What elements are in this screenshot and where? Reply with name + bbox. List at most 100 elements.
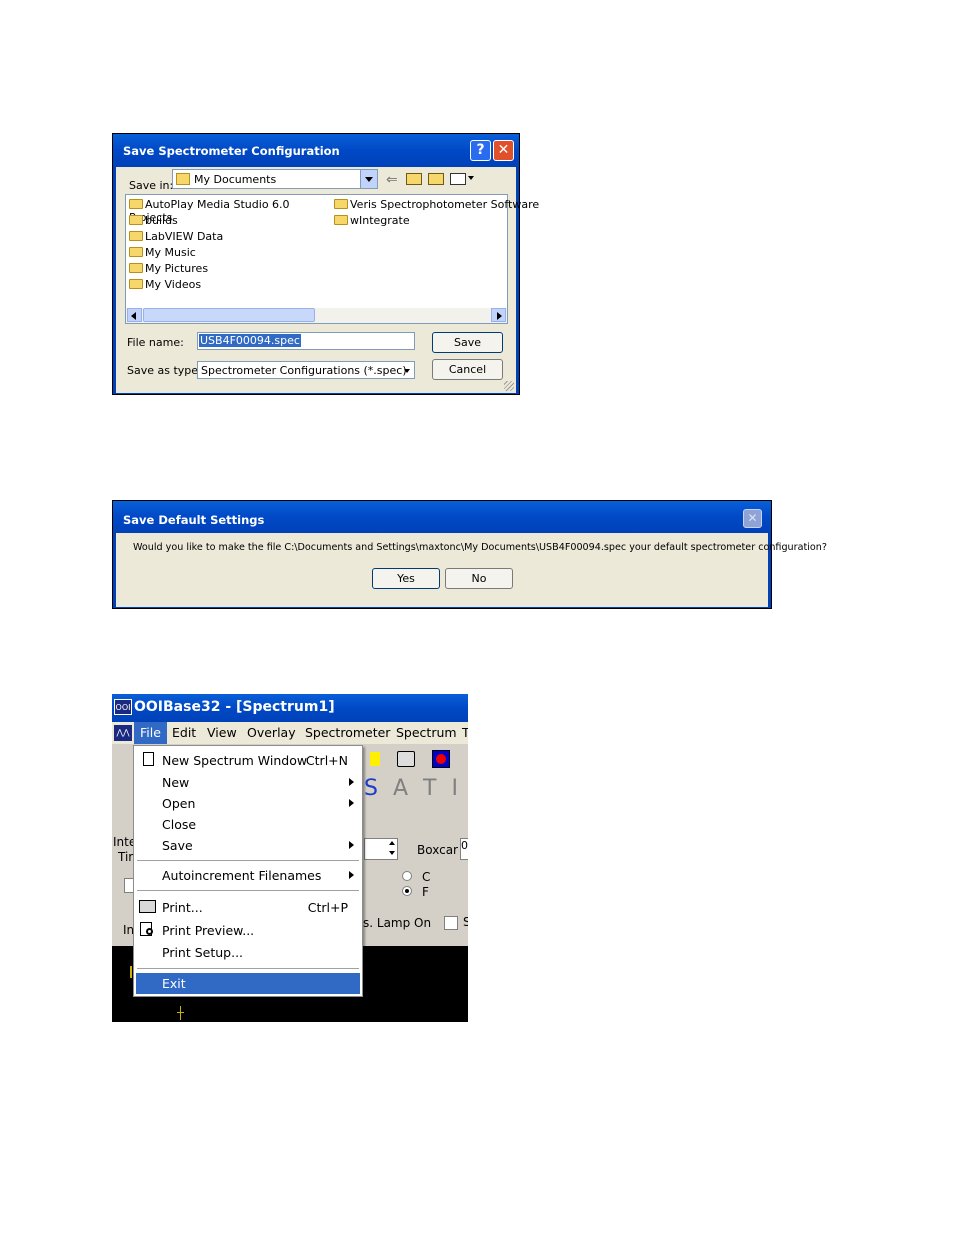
app-titlebar[interactable]: OOI OOIBase32 - [Spectrum1] — [112, 694, 468, 722]
list-item-label: My Music — [145, 246, 196, 259]
default-dialog-title: Save Default Settings — [123, 513, 265, 527]
save-button[interactable]: Save — [432, 332, 503, 353]
chevron-down-icon[interactable] — [404, 369, 410, 373]
list-item-label: LabVIEW Data — [145, 230, 224, 243]
menu-item-save[interactable]: Save — [134, 835, 362, 856]
menu-item-print-preview[interactable]: Print Preview... — [134, 920, 362, 941]
menu-item-label: Autoincrement Filenames — [162, 868, 322, 883]
scroll-thumb[interactable] — [143, 308, 315, 322]
menu-item-print-setup[interactable]: Print Setup... — [134, 942, 362, 963]
file-name-input[interactable]: USB4F00094.spec — [197, 332, 415, 350]
menu-item-label: Save — [162, 838, 193, 853]
list-item[interactable]: builds — [129, 214, 329, 230]
list-item-label: Veris Spectrophotometer Software — [350, 198, 540, 211]
menu-spectrum[interactable]: Spectrum — [396, 725, 457, 740]
menu-view[interactable]: View — [207, 725, 237, 740]
record-icon[interactable] — [432, 750, 450, 768]
toolbar-letter-s[interactable]: S — [364, 776, 378, 801]
list-item[interactable]: wIntegrate — [334, 214, 509, 230]
menu-item-label: Print... — [162, 900, 203, 915]
toolbar-letter-i[interactable]: I — [451, 776, 458, 801]
save-in-select[interactable]: My Documents — [172, 169, 378, 189]
close-icon[interactable]: ✕ — [493, 140, 514, 161]
menu-item-close[interactable]: Close — [134, 814, 362, 835]
cancel-button[interactable]: Cancel — [432, 359, 503, 380]
boxcar-input[interactable]: 0 — [460, 838, 468, 860]
save-as-type-value: Spectrometer Configurations (*.spec) — [201, 364, 407, 377]
back-arrow-icon[interactable]: ⇐ — [386, 172, 398, 188]
menu-item-label: New — [162, 775, 190, 790]
list-item[interactable]: AutoPlay Media Studio 6.0 Projects — [129, 198, 329, 224]
save-default-dialog: Save Default Settings ✕ Would you like t… — [112, 500, 827, 609]
list-item-label: builds — [145, 214, 178, 227]
menu-spectrometer[interactable]: Spectrometer — [305, 725, 390, 740]
lamp-on-checkbox[interactable] — [444, 916, 458, 930]
save-as-type-label: Save as type: — [127, 364, 202, 377]
printer-icon — [139, 900, 156, 913]
toolbar-letter-a[interactable]: A — [393, 776, 408, 801]
menu-item-label: Close — [162, 817, 197, 832]
view-menu-chevron-icon[interactable] — [468, 176, 474, 180]
submenu-arrow-icon — [349, 799, 354, 807]
spinner-up-icon[interactable] — [389, 841, 395, 845]
boxcar-label: Boxcar — [417, 843, 458, 857]
save-as-type-select[interactable]: Spectrometer Configurations (*.spec) — [197, 361, 415, 379]
save-in-label: Save in: — [129, 179, 174, 192]
menu-item-shortcut: Ctrl+P — [307, 900, 348, 915]
menu-file[interactable]: File — [134, 722, 167, 744]
highlighter-icon[interactable] — [370, 752, 380, 766]
file-list-column-2: Veris Spectrophotometer Software wIntegr… — [334, 198, 539, 230]
default-dialog-titlebar[interactable]: Save Default Settings ✕ — [113, 501, 771, 533]
scroll-right-button[interactable] — [491, 308, 506, 322]
toolbar-letter-t[interactable]: T — [423, 776, 436, 801]
folder-icon — [129, 199, 143, 209]
save-in-value: My Documents — [194, 173, 277, 186]
list-item[interactable]: My Music — [129, 246, 329, 262]
chevron-left-icon — [131, 312, 136, 320]
resize-grip-icon[interactable] — [504, 381, 514, 391]
list-item[interactable]: Veris Spectrophotometer Software — [334, 198, 539, 214]
submenu-arrow-icon — [349, 778, 354, 786]
graph-tick — [130, 966, 132, 978]
menu-t[interactable]: T — [462, 725, 468, 740]
file-list[interactable]: AutoPlay Media Studio 6.0 Projects build… — [125, 194, 539, 324]
list-item[interactable]: My Videos — [129, 278, 329, 294]
default-dialog-message: Would you like to make the file C:\Docum… — [133, 542, 827, 553]
save-in-dropdown-button[interactable] — [360, 170, 377, 188]
menu-separator — [137, 860, 359, 862]
integration-spinner[interactable] — [364, 838, 398, 860]
horizontal-scrollbar[interactable] — [126, 308, 507, 323]
radio-c[interactable] — [402, 871, 412, 881]
menu-item-print[interactable]: Print... Ctrl+P — [134, 897, 362, 918]
camera-icon[interactable] — [397, 751, 415, 767]
scroll-left-button[interactable] — [127, 308, 142, 322]
graph-cursor-bar — [177, 1012, 184, 1013]
my-documents-icon — [176, 173, 190, 185]
magnifier-icon — [146, 928, 153, 935]
folder-icon — [334, 215, 348, 225]
radio-f[interactable] — [402, 886, 412, 896]
close-icon[interactable]: ✕ — [743, 509, 762, 528]
no-button[interactable]: No — [445, 568, 513, 589]
view-menu-icon[interactable] — [450, 173, 466, 185]
menu-item-open[interactable]: Open — [134, 793, 362, 814]
document-icon[interactable]: ⋀⋀ — [114, 725, 132, 741]
menu-item-exit[interactable]: Exit — [136, 973, 360, 994]
menu-item-new[interactable]: New — [134, 772, 362, 793]
toolbar-letters: S A T I — [364, 776, 458, 802]
menu-bar: ⋀⋀ File Edit View Overlay Spectrometer S… — [112, 722, 468, 744]
new-folder-icon[interactable] — [428, 173, 444, 185]
list-item[interactable]: My Pictures — [129, 262, 329, 278]
folder-icon — [129, 231, 143, 241]
menu-item-autoincrement-filenames[interactable]: Autoincrement Filenames — [134, 865, 362, 886]
folder-icon — [334, 199, 348, 209]
menu-item-new-spectrum-window[interactable]: New Spectrum Window Ctrl+N — [134, 750, 362, 771]
yes-button[interactable]: Yes — [372, 568, 440, 589]
spinner-down-icon[interactable] — [389, 851, 395, 855]
up-folder-icon[interactable] — [406, 173, 422, 185]
save-dialog-titlebar[interactable]: Save Spectrometer Configuration ? ✕ — [113, 134, 519, 167]
help-icon[interactable]: ? — [470, 140, 491, 161]
menu-overlay[interactable]: Overlay — [247, 725, 296, 740]
list-item[interactable]: LabVIEW Data — [129, 230, 329, 246]
menu-edit[interactable]: Edit — [172, 725, 196, 740]
